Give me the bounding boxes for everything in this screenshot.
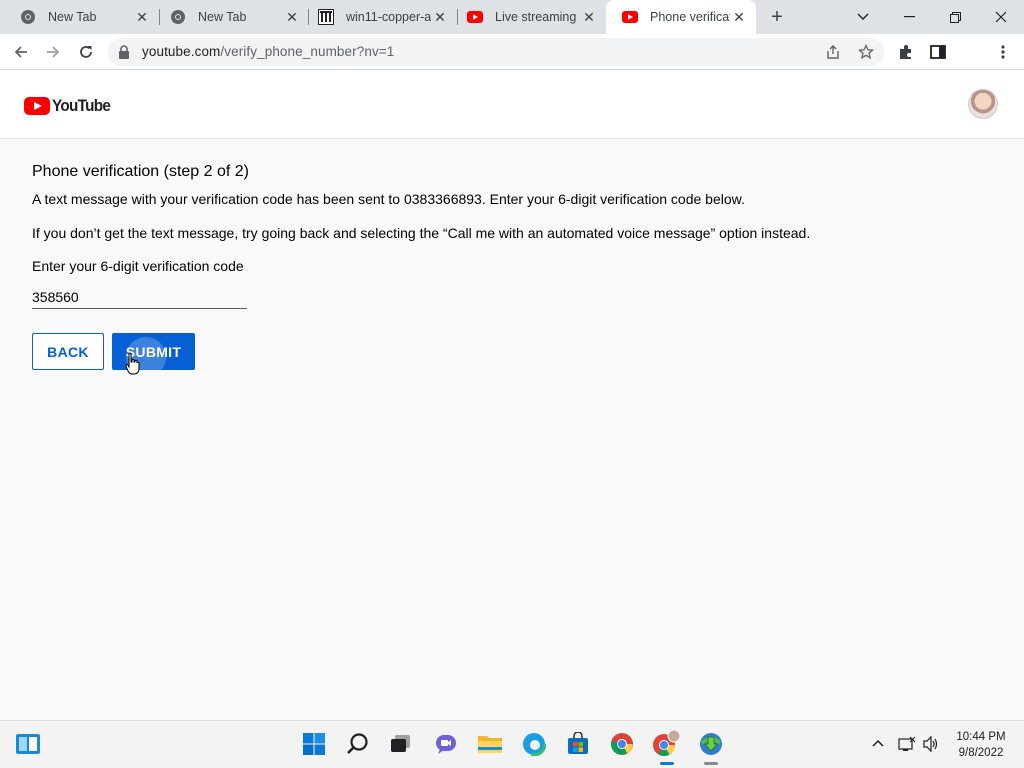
chat-teams-icon[interactable] bbox=[431, 729, 461, 759]
chrome-icon bbox=[20, 9, 36, 25]
back-arrow-icon[interactable] bbox=[7, 38, 35, 66]
close-window-icon[interactable] bbox=[978, 0, 1024, 34]
widgets-icon[interactable] bbox=[13, 729, 43, 759]
tab-title: Phone verificatio bbox=[650, 10, 730, 24]
close-tab-icon[interactable]: ✕ bbox=[431, 8, 449, 26]
tab-title: New Tab bbox=[48, 10, 97, 24]
youtube-logo[interactable]: YouTube bbox=[24, 96, 117, 116]
address-bar[interactable]: youtube.com/verify_phone_number?nv=1 bbox=[108, 38, 884, 66]
url-host: youtube.com bbox=[142, 44, 221, 59]
restore-icon[interactable] bbox=[932, 0, 978, 34]
hand-cursor-icon bbox=[125, 352, 140, 375]
tab-win11-copper[interactable]: win11-copper-a ✕ bbox=[302, 0, 457, 34]
url-text[interactable]: youtube.com/verify_phone_number?nv=1 bbox=[142, 44, 394, 59]
url-path: /verify_phone_number?nv=1 bbox=[220, 44, 395, 59]
tab-title: win11-copper-a bbox=[346, 10, 431, 24]
chrome-icon bbox=[170, 9, 186, 25]
chrome-taskbar-icon[interactable] bbox=[607, 729, 637, 759]
browser-toolbar: youtube.com/verify_phone_number?nv=1 bbox=[0, 34, 1024, 98]
microsoft-store-icon[interactable] bbox=[563, 729, 593, 759]
network-icon[interactable] bbox=[897, 735, 917, 753]
file-explorer-icon[interactable] bbox=[475, 729, 505, 759]
youtube-header: YouTube bbox=[0, 70, 1024, 139]
edge-icon[interactable] bbox=[519, 729, 549, 759]
running-app-indicator bbox=[704, 762, 718, 765]
download-manager-icon[interactable] bbox=[696, 729, 726, 759]
sent-message: A text message with your verification co… bbox=[32, 191, 745, 207]
clock-date: 9/8/2022 bbox=[958, 747, 1004, 759]
youtube-play-icon bbox=[24, 97, 50, 115]
account-avatar[interactable] bbox=[968, 89, 998, 119]
share-icon[interactable] bbox=[824, 43, 842, 61]
clock-time: 10:44 PM bbox=[956, 731, 1006, 743]
tab-new-tab-1[interactable]: New Tab ✕ bbox=[4, 0, 159, 34]
side-panel-icon[interactable] bbox=[928, 42, 948, 62]
new-tab-plus-icon[interactable]: + bbox=[766, 6, 788, 28]
tab-new-tab-2[interactable]: New Tab ✕ bbox=[154, 0, 309, 34]
chrome-profile-taskbar-icon[interactable] bbox=[651, 729, 681, 759]
close-tab-icon[interactable]: ✕ bbox=[730, 8, 748, 26]
taskbar: 10:44 PM 9/8/2022 bbox=[0, 720, 1024, 768]
minimize-icon[interactable] bbox=[886, 0, 932, 34]
close-tab-icon[interactable]: ✕ bbox=[283, 8, 301, 26]
page-title: Phone verification (step 2 of 2) bbox=[32, 163, 250, 180]
bank-icon bbox=[318, 9, 334, 25]
close-tab-icon[interactable]: ✕ bbox=[580, 8, 598, 26]
system-clock[interactable]: 10:44 PM 9/8/2022 bbox=[948, 729, 1014, 761]
active-app-indicator bbox=[660, 762, 674, 765]
tab-live-streaming[interactable]: Live streaming - ✕ bbox=[451, 0, 606, 34]
youtube-icon bbox=[622, 9, 638, 25]
forward-arrow-icon[interactable] bbox=[39, 38, 67, 66]
back-button[interactable]: BACK bbox=[32, 333, 104, 370]
tab-title: Live streaming - bbox=[495, 10, 580, 24]
show-hidden-icons-chevron-icon[interactable] bbox=[870, 735, 886, 751]
task-view-icon[interactable] bbox=[386, 729, 416, 759]
verification-code-input[interactable] bbox=[32, 281, 247, 309]
bookmark-star-icon[interactable] bbox=[857, 43, 875, 61]
more-menu-icon[interactable] bbox=[993, 42, 1013, 62]
search-icon[interactable] bbox=[343, 729, 373, 759]
tab-search-chevron-icon[interactable] bbox=[840, 0, 886, 34]
close-tab-icon[interactable]: ✕ bbox=[133, 8, 151, 26]
volume-icon[interactable] bbox=[921, 735, 941, 753]
tab-title: New Tab bbox=[198, 10, 247, 24]
fallback-message: If you don’t get the text message, try g… bbox=[32, 225, 811, 241]
code-field-label: Enter your 6-digit verification code bbox=[32, 258, 244, 274]
youtube-icon bbox=[467, 9, 483, 25]
start-windows-icon[interactable] bbox=[299, 729, 329, 759]
reload-icon[interactable] bbox=[72, 38, 100, 66]
lock-icon[interactable] bbox=[118, 45, 130, 64]
extensions-puzzle-icon[interactable] bbox=[896, 42, 916, 62]
tab-strip: New Tab ✕ New Tab ✕ win11-copper-a ✕ Liv… bbox=[0, 0, 1024, 34]
tab-phone-verification[interactable]: Phone verificatio ✕ bbox=[606, 0, 756, 34]
youtube-logo-text: YouTube bbox=[52, 96, 111, 115]
